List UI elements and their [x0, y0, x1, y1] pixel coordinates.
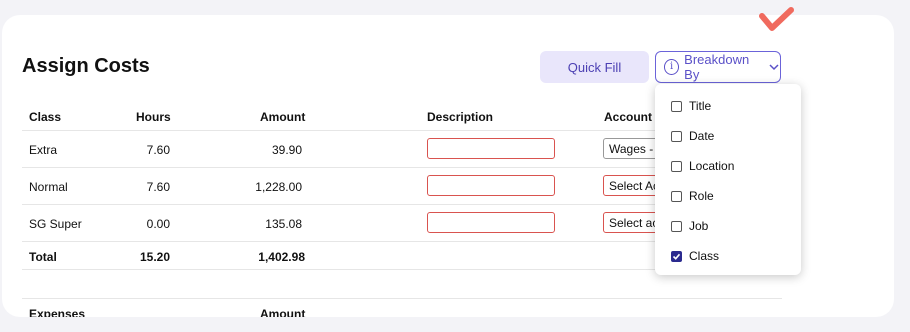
checkbox[interactable] [671, 100, 682, 112]
option-label: Role [689, 189, 714, 203]
check-icon [672, 253, 681, 260]
col-header-account: Account [604, 110, 652, 124]
option-date[interactable]: Date [671, 129, 714, 143]
checkbox[interactable] [671, 190, 682, 202]
col-header-amount: Amount [260, 110, 306, 124]
breakdown-dropdown: Title Date Location Role Job Class [655, 84, 801, 275]
divider [22, 298, 782, 299]
option-label: Date [689, 129, 715, 143]
breakdown-by-label: Breakdown By [684, 52, 750, 82]
cell-amount: 1,228.00 [255, 180, 302, 194]
total-amount: 1,402.98 [258, 250, 305, 264]
description-input[interactable] [427, 175, 555, 196]
option-role[interactable]: Role [671, 189, 714, 203]
checkbox[interactable] [671, 160, 682, 172]
cell-class: Normal [29, 180, 68, 194]
cell-class: Extra [29, 143, 58, 157]
expenses-header: Expenses [29, 307, 86, 317]
col-header-hours: Hours [136, 110, 171, 124]
checkbox[interactable] [671, 130, 682, 142]
option-label: Job [689, 219, 709, 233]
cell-hours: 0.00 [146, 217, 170, 231]
assign-costs-card: Assign Costs Quick Fill i Breakdown By C… [2, 15, 894, 317]
option-location[interactable]: Location [671, 159, 734, 173]
cell-amount: 39.90 [271, 143, 302, 157]
description-input[interactable] [427, 212, 555, 233]
info-icon: i [664, 59, 680, 75]
option-job[interactable]: Job [671, 219, 708, 233]
checkbox-checked[interactable] [671, 250, 682, 262]
page-title: Assign Costs [22, 55, 150, 77]
description-input[interactable] [427, 138, 555, 159]
account-select[interactable]: Select ac [603, 212, 663, 233]
cell-class: SG Super [29, 217, 82, 231]
account-select[interactable]: Wages - 2 [603, 138, 663, 159]
account-select[interactable]: Select Ac [603, 175, 663, 196]
option-label: Title [689, 99, 712, 113]
checkmark-annotation-icon [759, 7, 794, 31]
cell-amount: 135.08 [265, 217, 302, 231]
total-label: Total [29, 250, 57, 264]
option-class[interactable]: Class [671, 249, 719, 263]
chevron-down-icon [768, 61, 780, 73]
expenses-amount-header: Amount [260, 307, 306, 317]
option-title[interactable]: Title [671, 99, 711, 113]
cell-hours: 7.60 [146, 180, 170, 194]
option-label: Class [689, 249, 720, 263]
col-header-description: Description [427, 110, 494, 124]
quick-fill-button[interactable]: Quick Fill [540, 51, 649, 83]
total-hours: 15.20 [139, 250, 170, 264]
option-label: Location [689, 159, 735, 173]
checkbox[interactable] [671, 220, 682, 232]
breakdown-by-button[interactable]: i Breakdown By [655, 51, 781, 83]
col-header-class: Class [29, 110, 62, 124]
cell-hours: 7.60 [146, 143, 170, 157]
